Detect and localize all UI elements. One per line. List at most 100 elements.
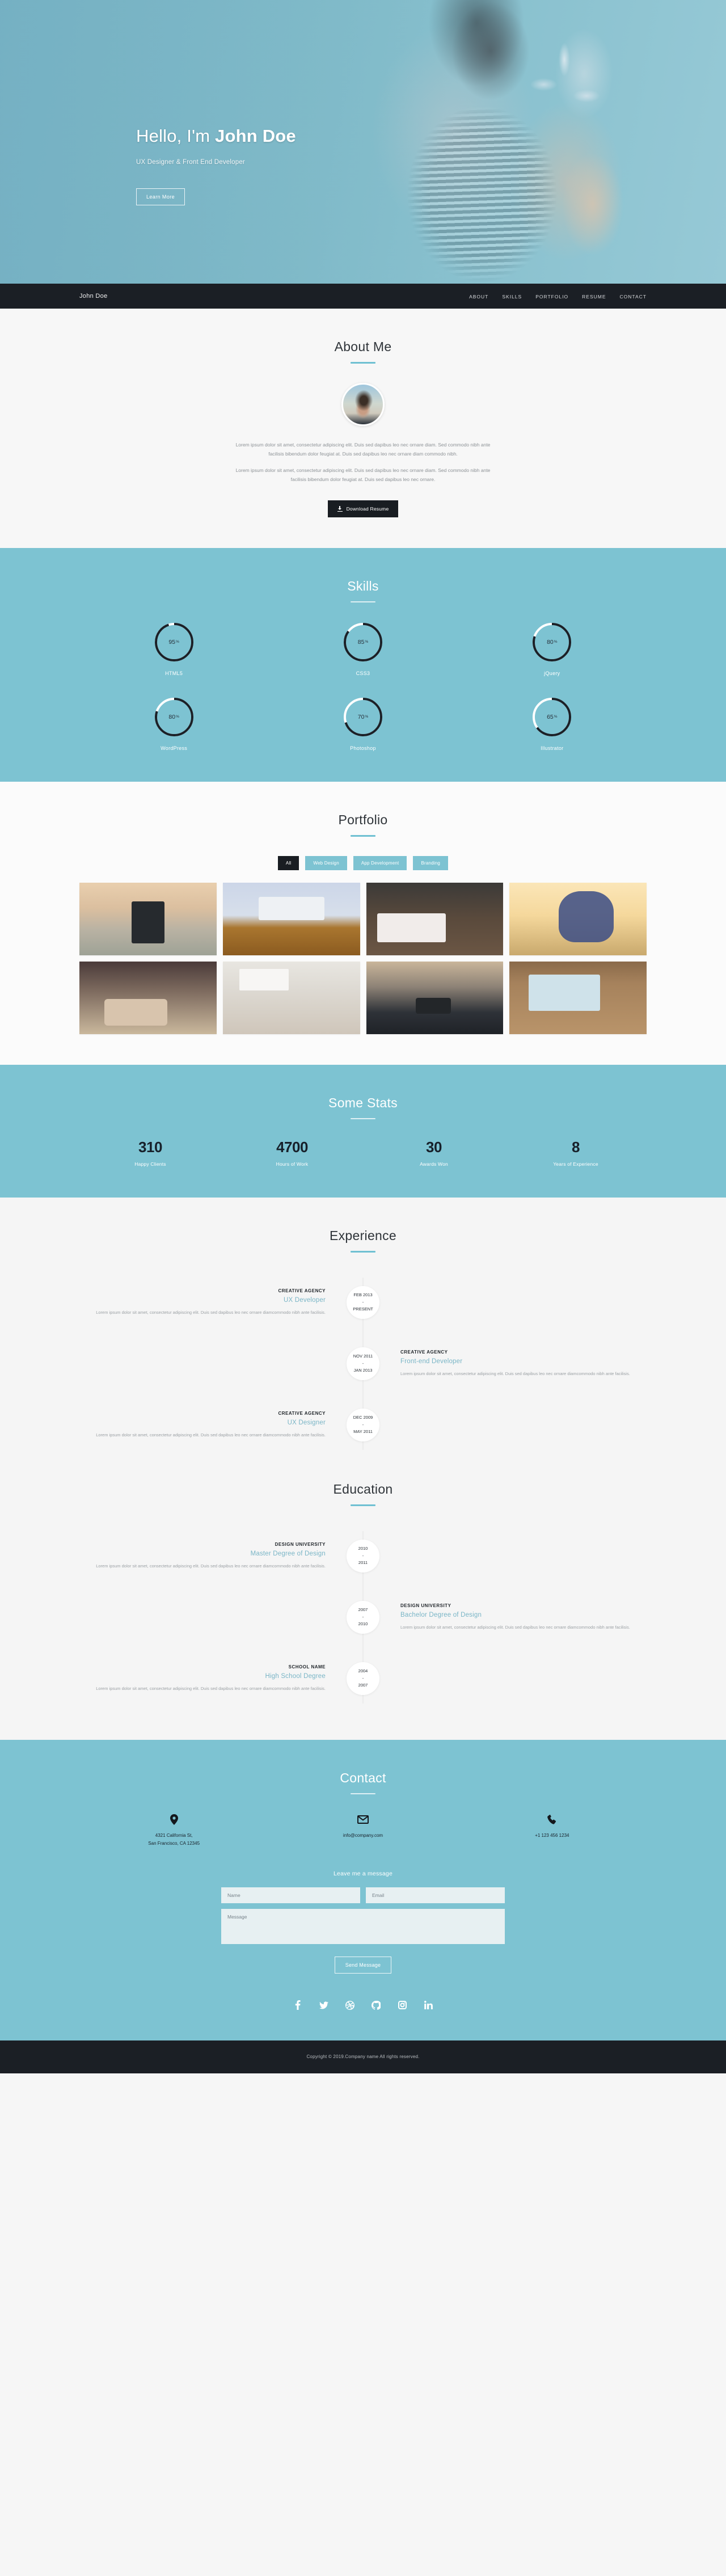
facebook-icon[interactable] — [293, 2000, 302, 2010]
envelope-icon — [268, 1814, 457, 1826]
nav-link-resume[interactable]: RESUME — [582, 294, 606, 300]
section-rule — [351, 834, 375, 837]
filter-web-design[interactable]: Web Design — [305, 855, 347, 870]
timeline-date-to: 2010 — [358, 1621, 368, 1627]
download-resume-button[interactable]: Download Resume — [327, 500, 399, 517]
stats-title: Some Stats — [328, 1095, 398, 1110]
timeline-row: CREATIVE AGENCY Front-end Developer Lorem … — [79, 1333, 647, 1394]
stats-section: Some Stats 310 Happy Clients 4700 Hours … — [0, 1064, 726, 1198]
stat-hours-of-work: 4700 Hours of Work — [221, 1139, 363, 1167]
resume-section: Experience CREATIVE AGENCY UX Developer Lo… — [0, 1197, 726, 1740]
skill-percent: 70% — [357, 713, 369, 720]
about-paragraph-2: Lorem ipsum dolor sit amet, consectetur … — [235, 467, 491, 483]
filter-branding[interactable]: Branding — [413, 855, 449, 870]
portfolio-item-2[interactable] — [222, 882, 360, 955]
contact-title: Contact — [340, 1770, 386, 1785]
learn-more-button[interactable]: Learn More — [136, 188, 185, 205]
nav-link-skills[interactable]: SKILLS — [502, 294, 522, 300]
timeline-date-from: FEB 2013 — [353, 1292, 373, 1298]
contact-address: 4321 California St, San Francisco, CA 12… — [79, 1814, 268, 1848]
email-value[interactable]: info@company.com — [268, 1832, 457, 1840]
dribbble-icon[interactable] — [345, 2000, 354, 2010]
timeline-role: Front-end Developer — [400, 1357, 463, 1365]
instagram-icon[interactable] — [398, 2001, 407, 2010]
stat-label: Years of Experience — [553, 1161, 598, 1167]
portfolio-item-1[interactable] — [79, 882, 217, 955]
message-input[interactable] — [221, 1908, 505, 1944]
contact-phone: +1 123 456 1234 — [458, 1814, 647, 1848]
skill-progress-ring: 65% — [531, 697, 572, 737]
stat-value: 30 — [426, 1138, 442, 1156]
hero-greeting: Hello, I'm — [136, 126, 216, 146]
skill-wordpress: 80% WordPress — [79, 697, 268, 751]
skill-illustrator: 65% Illustrator — [458, 697, 647, 751]
portfolio-item-5[interactable] — [79, 961, 217, 1034]
timeline-date-to: 2011 — [358, 1560, 368, 1566]
name-input[interactable] — [221, 1887, 360, 1903]
contact-info-grid: 4321 California St, San Francisco, CA 12… — [79, 1814, 647, 1848]
linkedin-icon[interactable] — [424, 2001, 433, 2010]
portfolio-item-6[interactable] — [222, 961, 360, 1034]
github-icon[interactable] — [372, 2000, 381, 2010]
nav-item-resume: RESUME — [582, 291, 606, 301]
timeline-organization: CREATIVE AGENCY — [400, 1349, 448, 1355]
timeline-entry: CREATIVE AGENCY Front-end Developer Lorem … — [363, 1350, 647, 1378]
email-input[interactable] — [366, 1887, 505, 1903]
about-paragraph-1: Lorem ipsum dolor sit amet, consectetur … — [235, 442, 491, 457]
nav-link-portfolio[interactable]: PORTFOLIO — [535, 294, 568, 300]
timeline-entry: CREATIVE AGENCY UX Developer Lorem ipsum d… — [79, 1288, 363, 1317]
timeline-entry: CREATIVE AGENCY UX Designer Lorem ipsum do… — [79, 1411, 363, 1439]
timeline-description: Lorem ipsum dolor sit amet, consectetur … — [96, 1685, 326, 1691]
timeline-organization: DESIGN UNIVERSITY — [400, 1603, 451, 1608]
timeline-date-separator: - — [362, 1553, 364, 1558]
portfolio-item-4[interactable] — [509, 882, 647, 955]
timeline-role: Master Degree of Design — [250, 1550, 326, 1557]
experience-timeline: CREATIVE AGENCY UX Developer Lorem ipsum d… — [79, 1272, 647, 1456]
skill-progress-ring: 85% — [343, 622, 383, 663]
nav-item-skills: SKILLS — [502, 291, 522, 301]
address-line-1: 4321 California St, — [155, 1832, 193, 1838]
skill-css3: 85% CSS3 — [268, 622, 457, 676]
portfolio-item-7[interactable] — [366, 961, 504, 1034]
twitter-icon[interactable] — [319, 2001, 328, 2010]
portfolio-item-3[interactable] — [366, 882, 504, 955]
timeline-organization: CREATIVE AGENCY — [278, 1288, 326, 1293]
stat-label: Awards Won — [420, 1161, 448, 1167]
send-message-button[interactable]: Send Message — [334, 1956, 392, 1974]
timeline-row: SCHOOL NAME High School Degree Lorem ipsum… — [79, 1648, 647, 1709]
skill-label: CSS3 — [356, 670, 370, 676]
timeline-date-to: JAN 2013 — [353, 1368, 373, 1373]
education-timeline: DESIGN UNIVERSITY Master Degree of Design… — [79, 1525, 647, 1709]
contact-form: Send Message — [221, 1887, 505, 1974]
brand-logo[interactable]: John Doe — [79, 293, 108, 300]
hero-content: Hello, I'm John Doe UX Designer & Front … — [136, 126, 296, 205]
skill-percent: 95% — [168, 638, 179, 646]
skill-label: Illustrator — [541, 745, 564, 751]
timeline-date-to: PRESENT — [353, 1306, 373, 1312]
contact-section: Contact 4321 California St, San Francisc… — [0, 1739, 726, 2040]
page-footer: Copyright © 2019.Company name All rights… — [0, 2040, 726, 2073]
stat-value: 4700 — [276, 1138, 308, 1156]
phone-value[interactable]: +1 123 456 1234 — [458, 1832, 647, 1840]
nav-item-contact: CONTACT — [620, 291, 647, 301]
hero-overlay — [0, 0, 726, 284]
section-rule — [351, 601, 375, 602]
timeline-date-to: MAY 2011 — [353, 1429, 373, 1435]
contact-email: info@company.com — [268, 1814, 457, 1848]
skill-percent: 80% — [547, 638, 558, 646]
filter-app-development[interactable]: App Development — [353, 855, 407, 870]
skill-html5: 95% HTML5 — [79, 622, 268, 676]
skill-percent: 65% — [547, 713, 558, 720]
nav-link-contact[interactable]: CONTACT — [620, 294, 647, 300]
location-pin-icon — [79, 1814, 268, 1826]
portfolio-item-8[interactable] — [509, 961, 647, 1034]
stat-years-of-experience: 8 Years of Experience — [505, 1139, 647, 1167]
nav-link-about[interactable]: ABOUT — [469, 294, 488, 300]
skill-percent: 80% — [168, 713, 179, 720]
timeline-date-badge: 2007-2010 — [347, 1600, 379, 1634]
timeline-date-to: 2007 — [358, 1683, 368, 1688]
education-title: Education — [333, 1481, 393, 1496]
skill-progress-ring: 80% — [531, 622, 572, 663]
filter-all[interactable]: All — [277, 855, 299, 870]
timeline-description: Lorem ipsum dolor sit amet, consectetur … — [400, 1371, 630, 1376]
